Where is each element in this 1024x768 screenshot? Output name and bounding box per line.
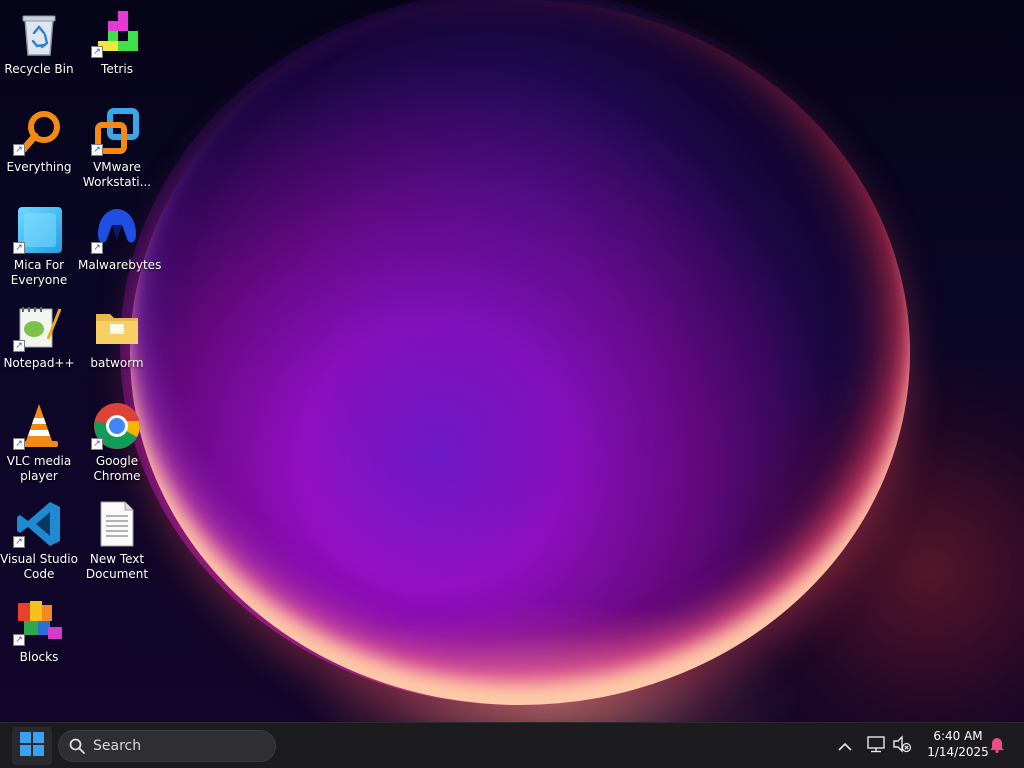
desktop-icon-notepad-plus-plus[interactable]: ↗ Notepad++ [0, 298, 78, 390]
recycle-bin-icon [13, 8, 65, 60]
desktop-icon-label: Recycle Bin [4, 62, 74, 76]
desktop-icon-everything[interactable]: ↗ Everything [0, 102, 78, 194]
desktop-icon-label: Tetris [101, 62, 133, 76]
text-document-icon [91, 498, 143, 550]
shortcut-arrow-icon: ↗ [13, 144, 25, 156]
show-hidden-icons-button[interactable] [834, 723, 856, 768]
desktop-icon-vlc[interactable]: ↗ VLC media player [0, 396, 78, 488]
shortcut-arrow-icon: ↗ [13, 536, 25, 548]
shortcut-arrow-icon: ↗ [91, 144, 103, 156]
network-monitor-icon [866, 735, 886, 757]
desktop-icon-tetris[interactable]: ↗ Tetris [78, 4, 156, 96]
desktop-icon-label: Malwarebytes [78, 258, 162, 272]
desktop-icon-label: Google Chrome [93, 454, 141, 483]
windows-logo-icon [20, 732, 44, 760]
malwarebytes-icon: ↗ [91, 204, 143, 256]
desktop-icon-label: Blocks [19, 650, 59, 664]
notepad-plus-plus-icon: ↗ [13, 302, 65, 354]
shortcut-arrow-icon: ↗ [91, 46, 103, 58]
desktop-icon-blocks[interactable]: ↗ Blocks [0, 592, 78, 684]
tetris-icon: ↗ [91, 8, 143, 60]
desktop-icon-label: Everything [6, 160, 72, 174]
search-placeholder: Search [93, 738, 142, 754]
vlc-icon: ↗ [13, 400, 65, 452]
blocks-icon: ↗ [13, 596, 65, 648]
shortcut-arrow-icon: ↗ [13, 438, 25, 450]
mica-icon: ↗ [13, 204, 65, 256]
start-button[interactable] [12, 727, 52, 765]
shortcut-arrow-icon: ↗ [13, 634, 25, 646]
shortcut-arrow-icon: ↗ [91, 242, 103, 254]
desktop-icon-visual-studio-code[interactable]: ↗ Visual Studio Code [0, 494, 78, 586]
vscode-icon: ↗ [13, 498, 65, 550]
desktop-icon-vmware[interactable]: ↗ VMware Workstati... [78, 102, 156, 194]
chrome-icon: ↗ [91, 400, 143, 452]
speaker-muted-icon [892, 735, 912, 757]
shortcut-arrow-icon: ↗ [91, 438, 103, 450]
shortcut-arrow-icon: ↗ [13, 242, 25, 254]
mouse-cursor-icon [33, 760, 42, 768]
desktop-icon-label: Notepad++ [3, 356, 75, 370]
taskbar-search-box[interactable]: Search [58, 730, 276, 762]
volume-button[interactable] [890, 723, 914, 768]
search-icon [69, 738, 85, 754]
folder-icon [91, 302, 143, 354]
network-status-button[interactable] [864, 723, 888, 768]
shortcut-arrow-icon: ↗ [13, 340, 25, 352]
desktop-icon-malwarebytes[interactable]: ↗ Malwarebytes [78, 200, 162, 292]
everything-search-icon: ↗ [13, 106, 65, 158]
taskbar: Search 6:40 AM 1/14/2025 [0, 722, 1024, 768]
desktop-icon-label: Mica For Everyone [10, 258, 68, 287]
desktop-icon-label: batworm [90, 356, 144, 370]
notifications-button[interactable] [986, 723, 1008, 768]
vmware-icon: ↗ [91, 106, 143, 158]
desktop-icon-batworm[interactable]: batworm [78, 298, 156, 390]
desktop-icon-mica-for-everyone[interactable]: ↗ Mica For Everyone [0, 200, 78, 292]
desktop-icon-label: Visual Studio Code [0, 552, 78, 581]
desktop-icon-label: VMware Workstati... [82, 160, 152, 189]
chevron-up-icon [838, 737, 852, 756]
desktop-icon-label: New Text Document [85, 552, 149, 581]
desktop-icon-label: VLC media player [6, 454, 72, 483]
desktop-icon-google-chrome[interactable]: ↗ Google Chrome [78, 396, 156, 488]
bell-notification-icon [989, 735, 1005, 757]
desktop-icon-new-text-document[interactable]: New Text Document [78, 494, 156, 586]
desktop-icon-recycle-bin[interactable]: Recycle Bin [0, 4, 78, 96]
